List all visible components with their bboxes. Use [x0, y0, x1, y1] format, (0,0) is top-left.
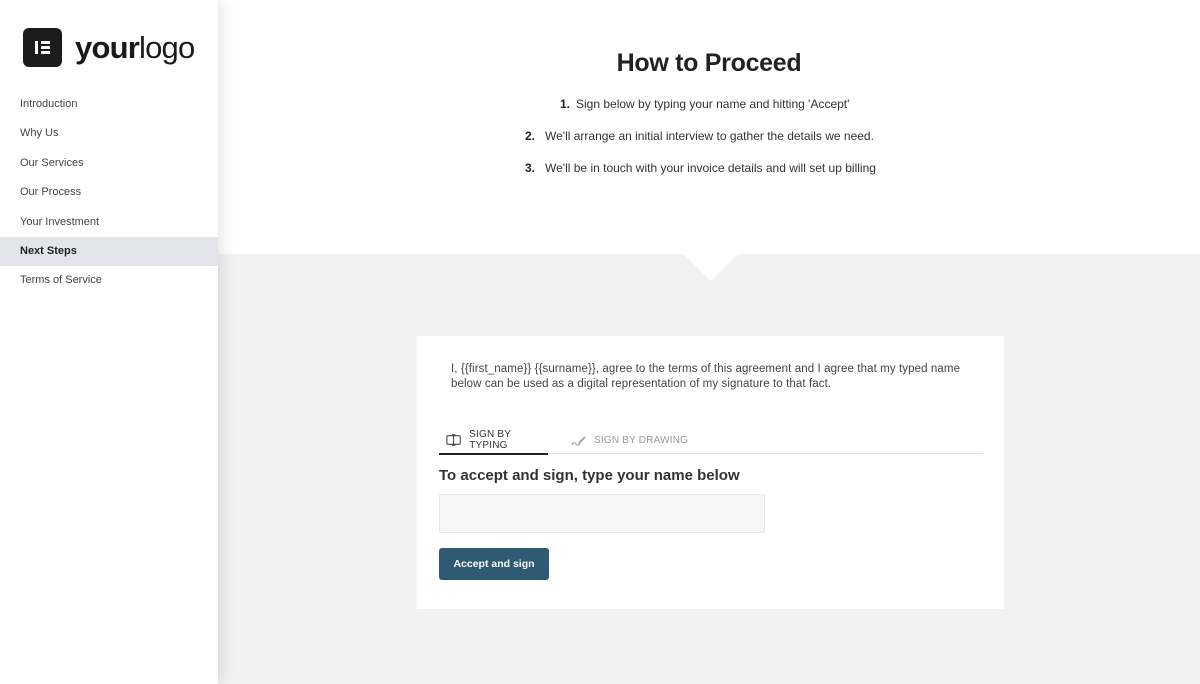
logo-text-light: logo [138, 30, 195, 65]
step-number: 2. [525, 129, 536, 143]
signature-tabs: SIGN BY TYPING SIGN BY DRAWING [439, 427, 983, 455]
how-to-proceed-section: How to Proceed 1. Sign below by typing yo… [218, 0, 1200, 254]
sidebar-item-next-steps[interactable]: Next Steps [0, 236, 218, 267]
sidebar-item-your-investment[interactable]: Your Investment [0, 208, 218, 237]
name-input[interactable] [439, 494, 765, 533]
step-text: We'll arrange an initial interview to ga… [545, 129, 874, 143]
section-notch [684, 254, 738, 281]
tab-sign-by-drawing[interactable]: SIGN BY DRAWING [570, 427, 690, 454]
sidebar-item-our-process[interactable]: Our Process [0, 178, 218, 207]
logo[interactable]: yourlogo [23, 28, 195, 67]
signature-card: I, {{first_name}} {{surname}}, agree to … [417, 336, 1004, 609]
step-text: We'll be in touch with your invoice deta… [545, 161, 876, 175]
keyboard-icon [446, 434, 461, 446]
sidebar-nav: Introduction Why Us Our Services Our Pro… [0, 90, 218, 296]
sidebar-item-why-us[interactable]: Why Us [0, 119, 218, 148]
sidebar-item-terms-of-service[interactable]: Terms of Service [0, 266, 218, 295]
sidebar-item-our-services[interactable]: Our Services [0, 149, 218, 178]
tab-sign-by-typing[interactable]: SIGN BY TYPING [439, 427, 548, 455]
agreement-text: I, {{first_name}} {{surname}}, agree to … [451, 363, 961, 390]
logo-text: yourlogo [75, 30, 195, 65]
tab-label: SIGN BY TYPING [469, 429, 511, 451]
step-item: 1. Sign below by typing your name and hit… [560, 97, 849, 111]
logo-text-bold: your [75, 30, 140, 65]
tab-label: SIGN BY DRAWING [594, 435, 689, 446]
page-title: How to Proceed [616, 49, 802, 77]
step-item: 3. We'll be in touch with your invoice de… [525, 161, 876, 175]
step-item: 2. We'll arrange an initial interview to … [525, 129, 874, 143]
step-number: 3. [525, 161, 536, 175]
sidebar-item-introduction[interactable]: Introduction [0, 90, 218, 119]
accept-and-sign-button[interactable]: Accept and sign [439, 548, 549, 580]
sidebar: yourlogo Introduction Why Us Our Service… [0, 0, 218, 684]
step-text: Sign below by typing your name and hitti… [576, 97, 850, 111]
step-number: 1. [560, 97, 571, 111]
logo-icon [23, 28, 62, 67]
pen-icon [571, 435, 586, 446]
sign-heading: To accept and sign, type your name below [439, 467, 740, 484]
